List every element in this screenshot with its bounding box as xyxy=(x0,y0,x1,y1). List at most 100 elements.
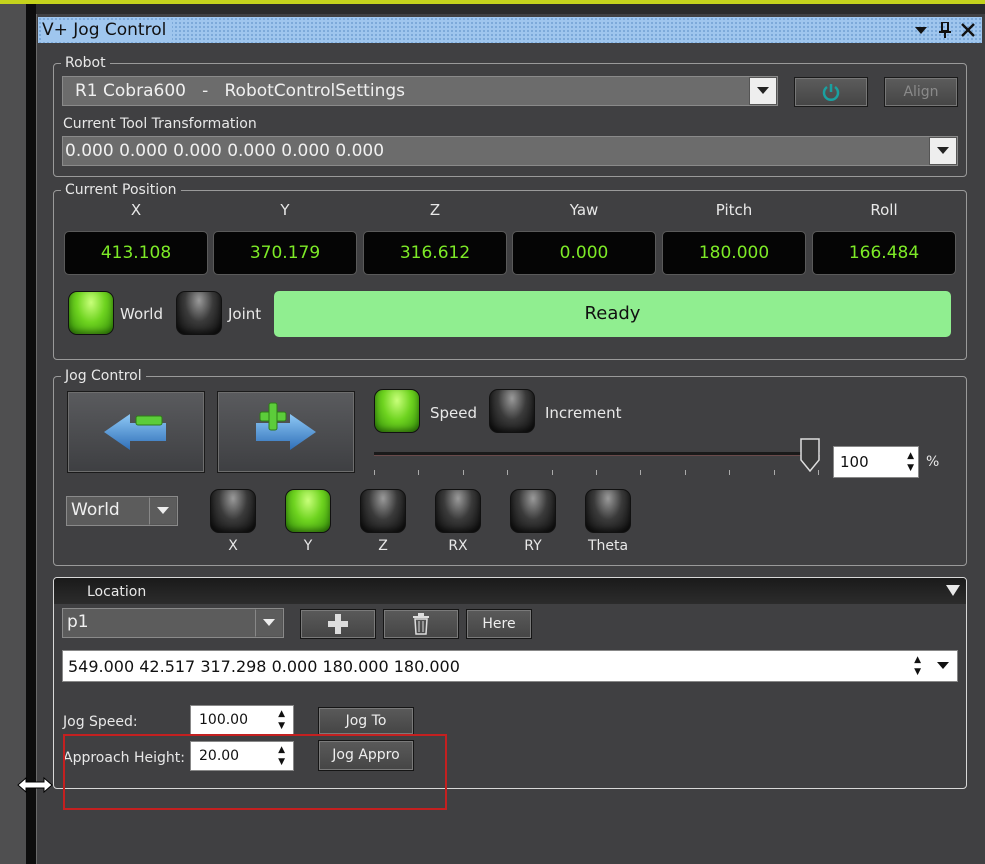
spin-up-icon[interactable]: ▲ xyxy=(278,710,285,719)
chevron-down-icon[interactable] xyxy=(929,137,957,165)
chevron-down-icon[interactable] xyxy=(255,609,283,637)
jog-minus-icon xyxy=(104,414,166,450)
joint-led-button[interactable] xyxy=(176,291,222,335)
slider-tick xyxy=(684,470,686,475)
position-value-x: 413.108 xyxy=(64,231,208,275)
window-title: V+ Jog Control xyxy=(42,20,173,42)
left-dock-strip xyxy=(0,4,26,864)
position-label-pitch: Pitch xyxy=(715,201,753,219)
axis-led-y[interactable] xyxy=(285,489,331,533)
position-value-z: 316.612 xyxy=(363,231,507,275)
plus-icon xyxy=(328,614,348,634)
jog-plus-button[interactable] xyxy=(217,391,355,473)
collapse-icon[interactable] xyxy=(946,585,960,597)
here-button[interactable]: Here xyxy=(466,609,532,639)
delete-location-button[interactable] xyxy=(383,609,459,639)
status-indicator: Ready xyxy=(274,291,951,337)
position-label-roll: Roll xyxy=(870,201,898,219)
axis-led-z[interactable] xyxy=(360,489,406,533)
current-position-label: Current Position xyxy=(61,181,181,199)
position-value-roll: 166.484 xyxy=(812,231,956,275)
axis-led-rx[interactable] xyxy=(435,489,481,533)
speed-slider-ticks xyxy=(374,470,820,476)
robot-select[interactable]: R1 Cobra600 - RobotControlSettings xyxy=(62,76,778,106)
jog-to-button[interactable]: Jog To xyxy=(318,707,414,735)
axis-label-x: X xyxy=(228,538,238,554)
spin-down-icon[interactable]: ▼ xyxy=(914,668,921,677)
robot-select-value: R1 Cobra600 - RobotControlSettings xyxy=(75,81,405,101)
increment-label: Increment xyxy=(545,404,622,422)
axis-label-rx: RX xyxy=(448,538,468,554)
jog-frame-value: World xyxy=(71,500,120,520)
close-icon[interactable] xyxy=(957,19,979,41)
joint-label: Joint xyxy=(228,305,262,323)
position-label-x: X xyxy=(130,201,142,219)
axis-led-x[interactable] xyxy=(210,489,256,533)
axis-led-theta[interactable] xyxy=(585,489,631,533)
robot-group-label: Robot xyxy=(61,54,110,72)
slider-tick xyxy=(462,470,464,475)
highlight-box xyxy=(63,734,447,810)
speed-percent-input[interactable]: 100 ▲ ▼ xyxy=(833,446,919,478)
position-label-y: Y xyxy=(280,201,290,219)
jog-plus-icon xyxy=(256,402,316,450)
increment-led-button[interactable] xyxy=(489,389,535,433)
world-led-button[interactable] xyxy=(68,291,114,335)
jog-control-label: Jog Control xyxy=(61,367,146,385)
slider-tick xyxy=(507,470,509,475)
spin-up-icon[interactable]: ▲ xyxy=(914,656,921,665)
slider-tick xyxy=(374,470,375,475)
location-select[interactable]: p1 xyxy=(62,608,284,638)
jog-speed-input[interactable]: 100.00 ▲ ▼ xyxy=(190,705,294,735)
percent-symbol: % xyxy=(926,454,940,470)
speed-led-button[interactable] xyxy=(374,389,420,433)
title-bar[interactable]: V+ Jog Control xyxy=(38,17,982,43)
slider-tick xyxy=(773,470,775,475)
location-header[interactable]: Location xyxy=(54,578,966,604)
jog-minus-button[interactable] xyxy=(67,391,205,473)
jog-frame-select[interactable]: World xyxy=(66,496,178,526)
splitter[interactable] xyxy=(26,4,36,864)
jog-speed-label: Jog Speed: xyxy=(63,714,138,730)
location-value-input[interactable]: 549.000 42.517 317.298 0.000 180.000 180… xyxy=(62,650,958,682)
position-value-yaw: 0.000 xyxy=(512,231,656,275)
speed-label: Speed xyxy=(430,404,478,422)
top-border xyxy=(0,0,985,4)
location-select-value: p1 xyxy=(67,612,89,632)
axis-label-theta: Theta xyxy=(587,538,629,554)
power-icon xyxy=(822,84,840,101)
axis-label-z: Z xyxy=(378,538,388,554)
speed-slider-thumb[interactable] xyxy=(800,438,820,473)
axis-label-ry: RY xyxy=(524,538,542,554)
jog-speed-value: 100.00 xyxy=(199,712,248,728)
axis-led-ry[interactable] xyxy=(510,489,556,533)
slider-tick xyxy=(729,470,731,475)
chevron-down-icon[interactable] xyxy=(937,662,949,670)
slider-tick xyxy=(640,470,642,475)
dropdown-icon[interactable] xyxy=(910,19,932,41)
tool-transformation-select[interactable]: 0.000 0.000 0.000 0.000 0.000 0.000 xyxy=(62,136,958,166)
axis-label-y: Y xyxy=(303,538,313,554)
trash-icon xyxy=(413,613,429,635)
tool-transformation-value: 0.000 0.000 0.000 0.000 0.000 0.000 xyxy=(65,141,385,161)
pin-icon[interactable] xyxy=(934,19,956,41)
chevron-down-icon[interactable] xyxy=(149,497,177,525)
slider-tick xyxy=(418,470,420,475)
location-value: 549.000 42.517 317.298 0.000 180.000 180… xyxy=(68,657,460,676)
position-label-yaw: Yaw xyxy=(569,201,599,219)
speed-slider-track[interactable] xyxy=(374,452,820,456)
power-button[interactable] xyxy=(794,77,868,107)
slider-tick xyxy=(596,470,597,475)
speed-percent-value: 100 xyxy=(840,453,869,471)
spin-down-icon[interactable]: ▼ xyxy=(278,722,285,731)
position-value-pitch: 180.000 xyxy=(662,231,806,275)
spin-up-icon[interactable]: ▲ xyxy=(907,452,914,461)
resize-cursor-icon xyxy=(17,776,53,794)
align-button[interactable]: Align xyxy=(884,77,958,107)
chevron-down-icon[interactable] xyxy=(749,77,777,105)
position-label-z: Z xyxy=(429,201,441,219)
position-value-y: 370.179 xyxy=(213,231,357,275)
location-header-label: Location xyxy=(87,584,147,600)
spin-down-icon[interactable]: ▼ xyxy=(907,464,914,473)
add-location-button[interactable] xyxy=(300,609,376,639)
